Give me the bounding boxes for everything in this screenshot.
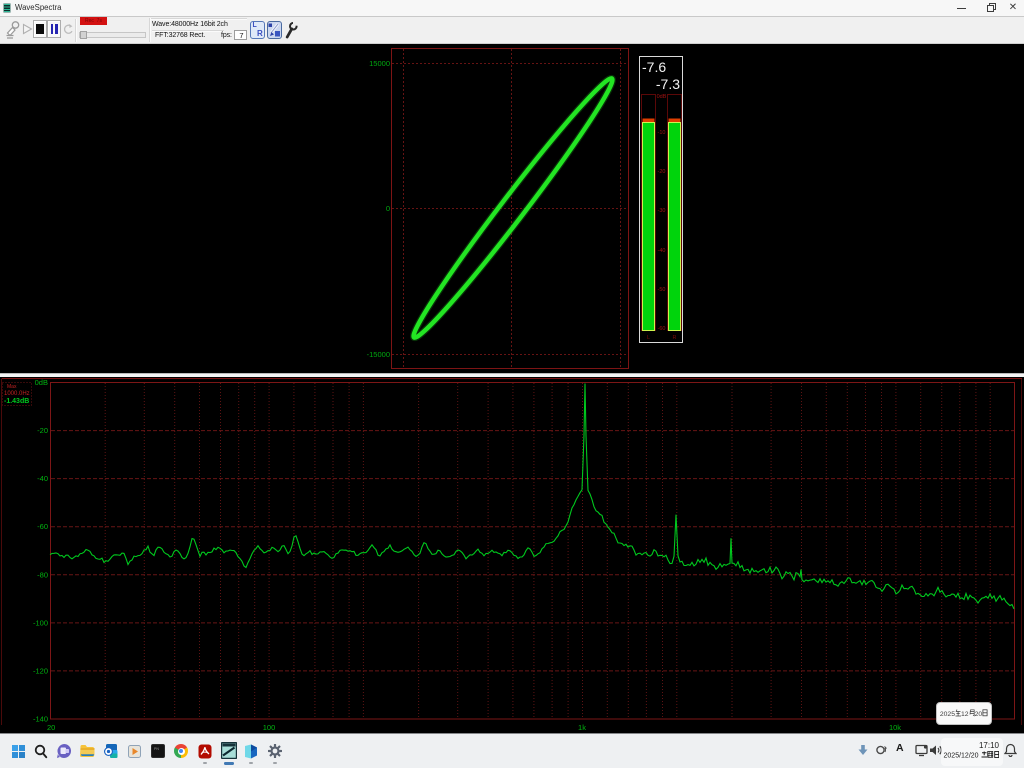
svg-text:-7.6: -7.6: [642, 59, 666, 75]
svg-text:-20: -20: [658, 169, 666, 175]
svg-text:-40: -40: [37, 474, 48, 483]
svg-text:-60: -60: [658, 326, 666, 332]
svg-text:-15000: -15000: [367, 350, 390, 359]
svg-text:-7.3: -7.3: [656, 76, 680, 92]
svg-text:1000.0Hz: 1000.0Hz: [4, 391, 30, 397]
svg-text:0dB: 0dB: [35, 378, 48, 387]
svg-text:-40: -40: [658, 248, 666, 254]
svg-text:10k: 10k: [889, 723, 901, 732]
svg-text:0: 0: [386, 204, 390, 213]
svg-text:-80: -80: [37, 570, 48, 579]
svg-text:-60: -60: [37, 522, 48, 531]
svg-text:-120: -120: [33, 666, 48, 675]
svg-text:1k: 1k: [578, 723, 586, 732]
svg-text:-140: -140: [33, 715, 48, 724]
svg-text:15000: 15000: [369, 59, 390, 68]
svg-text:-50: -50: [658, 287, 666, 293]
svg-text:-1.43dB: -1.43dB: [4, 398, 29, 405]
svg-text:-10: -10: [658, 130, 666, 136]
svg-text:PN: PN: [154, 747, 159, 751]
svg-text:Max: Max: [7, 384, 17, 390]
svg-text:-30: -30: [658, 208, 666, 214]
svg-text:L: L: [647, 335, 650, 341]
svg-text:0dB: 0dB: [657, 94, 667, 100]
svg-text:R: R: [673, 335, 677, 341]
svg-text:-20: -20: [37, 426, 48, 435]
svg-text:-100: -100: [33, 618, 48, 627]
svg-text:100: 100: [263, 723, 276, 732]
svg-text:20: 20: [47, 723, 55, 732]
